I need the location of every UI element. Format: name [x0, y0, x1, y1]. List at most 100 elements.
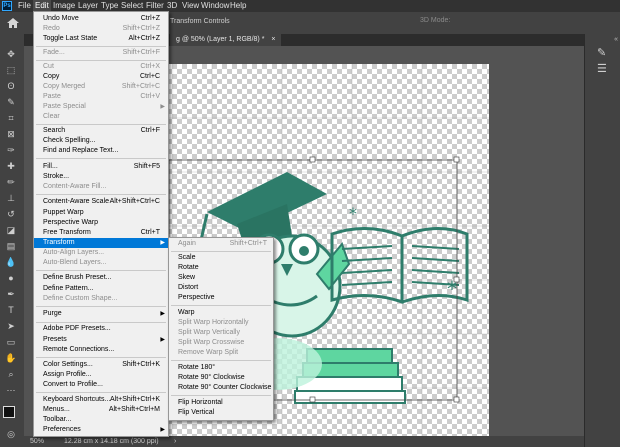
status-bar: 50% 12.28 cm x 14.18 cm (300 ppi) ›: [24, 436, 584, 447]
menu-item-undo-move[interactable]: Undo Move Ctrl+Z: [34, 14, 168, 24]
menu-item-rotate[interactable]: Rotate: [169, 263, 273, 273]
healing-brush-tool-icon[interactable]: ✚: [4, 160, 18, 172]
menu-item-rotate-90-ccw[interactable]: Rotate 90° Counter Clockwise: [169, 383, 273, 393]
menu-separator: [36, 46, 166, 47]
menu-item-fill[interactable]: Fill... Shift+F5: [34, 162, 168, 172]
document-tab-title: g @ 50% (Layer 1, RGB/8) *: [176, 36, 265, 43]
menu-item-rotate-180[interactable]: Rotate 180°: [169, 363, 273, 373]
menu-item-puppet-warp[interactable]: Puppet Warp: [34, 208, 168, 218]
history-brush-tool-icon[interactable]: ↺: [4, 208, 18, 220]
brush-tool-icon[interactable]: ✏: [4, 176, 18, 188]
menu-item-preferences[interactable]: Preferences ▶: [34, 425, 168, 435]
menu-item-stroke[interactable]: Stroke...: [34, 172, 168, 182]
menu-item-again: Again Shift+Ctrl+T: [178, 240, 267, 247]
menu-item-transform[interactable]: Transform ▶: [34, 238, 168, 248]
menu-item-presets[interactable]: Presets ▶: [34, 335, 168, 345]
menu-item-adobe-pdf-presets[interactable]: Adobe PDF Presets...: [34, 324, 168, 334]
foreground-color-swatch[interactable]: [3, 406, 15, 418]
menu-item-scale[interactable]: Scale: [169, 253, 273, 263]
type-tool-icon[interactable]: T: [4, 304, 18, 316]
menu-item-rotate-90-cw[interactable]: Rotate 90° Clockwise: [169, 373, 273, 383]
menu-file[interactable]: File: [18, 0, 31, 12]
right-panel-dock: « ✎ ☰: [584, 34, 620, 447]
menu-separator: [36, 270, 166, 271]
menu-item-search[interactable]: Search Ctrl+F: [34, 126, 168, 136]
menu-separator: [36, 357, 166, 358]
menu-item-redo: Redo Shift+Ctrl+Z: [43, 25, 160, 32]
zoom-tool-icon[interactable]: ⌕: [4, 368, 18, 380]
menu-item-keyboard-shortcuts[interactable]: Keyboard Shortcuts... Alt+Shift+Ctrl+K: [34, 395, 168, 405]
menu-separator: [36, 194, 166, 195]
menu-item-toggle-last-state[interactable]: Toggle Last State Alt+Ctrl+Z: [34, 34, 168, 44]
menu-item-convert-to-profile[interactable]: Convert to Profile...: [34, 380, 168, 390]
more-tools-icon[interactable]: ⋯: [4, 384, 18, 396]
svg-text:*: *: [349, 204, 357, 223]
rectangle-tool-icon[interactable]: ▭: [4, 336, 18, 348]
pen-tool-icon[interactable]: ✒: [4, 288, 18, 300]
close-tab-icon[interactable]: ×: [271, 36, 275, 43]
menu-item-distort[interactable]: Distort: [169, 283, 273, 293]
menu-separator: [36, 306, 166, 307]
menu-separator: [171, 305, 271, 306]
status-menu-arrow-icon[interactable]: ›: [174, 436, 176, 447]
menu-item-menus[interactable]: Menus... Alt+Shift+Ctrl+M: [34, 405, 168, 415]
menu-item-define-pattern[interactable]: Define Pattern...: [34, 284, 168, 294]
menu-window[interactable]: Window: [201, 0, 229, 12]
menu-separator: [36, 392, 166, 393]
eraser-tool-icon[interactable]: ◪: [4, 224, 18, 236]
menu-item-warp[interactable]: Warp: [169, 308, 273, 318]
menu-item-free-transform[interactable]: Free Transform Ctrl+T: [34, 228, 168, 238]
menu-separator: [171, 395, 271, 396]
document-tab[interactable]: g @ 50% (Layer 1, RGB/8) * ×: [170, 34, 282, 46]
eyedropper-tool-icon[interactable]: ✑: [4, 144, 18, 156]
menu-item-copy-merged: Copy Merged Shift+Ctrl+C: [43, 83, 160, 90]
menu-item-perspective-warp[interactable]: Perspective Warp: [34, 218, 168, 228]
blur-tool-icon[interactable]: 💧: [4, 256, 18, 268]
menu-item-copy[interactable]: Copy Ctrl+C: [34, 72, 168, 82]
zoom-level[interactable]: 50%: [30, 436, 44, 447]
submenu-arrow-icon: ▶: [160, 337, 165, 343]
menu-item-perspective[interactable]: Perspective: [169, 293, 273, 303]
path-select-tool-icon[interactable]: ➤: [4, 320, 18, 332]
adjustments-icon[interactable]: ☰: [597, 62, 607, 75]
menu-item-check-spelling[interactable]: Check Spelling...: [34, 136, 168, 146]
marquee-tool-icon[interactable]: ⬚: [4, 64, 18, 76]
collapse-panels-icon[interactable]: «: [614, 36, 618, 43]
menu-item-find-replace[interactable]: Find and Replace Text...: [34, 146, 168, 156]
menu-item-toolbar[interactable]: Toolbar...: [34, 415, 168, 425]
menu-item-purge[interactable]: Purge ▶: [34, 309, 168, 319]
frame-tool-icon[interactable]: ⊠: [4, 128, 18, 140]
home-icon[interactable]: [4, 15, 22, 31]
crop-tool-icon[interactable]: ⌗: [4, 112, 18, 124]
document-size: 12.28 cm x 14.18 cm (300 ppi): [64, 438, 159, 445]
lasso-tool-icon[interactable]: ʘ: [4, 80, 18, 92]
menu-help[interactable]: Help: [230, 0, 246, 12]
menu-separator: [36, 60, 166, 61]
menu-item-remove-warp-split: Remove Warp Split: [178, 349, 239, 356]
menu-item-auto-blend-layers: Auto-Blend Layers...: [43, 259, 107, 266]
menu-view[interactable]: View: [182, 0, 199, 12]
menu-separator: [36, 124, 166, 125]
menu-item-split-warp-vertically: Split Warp Vertically: [178, 329, 240, 336]
brush-settings-icon[interactable]: ✎: [597, 46, 606, 59]
quick-select-tool-icon[interactable]: ✎: [4, 96, 18, 108]
quick-mask-icon[interactable]: ◎: [4, 428, 18, 440]
menu-item-skew[interactable]: Skew: [169, 273, 273, 283]
menu-item-define-brush-preset[interactable]: Define Brush Preset...: [34, 273, 168, 283]
move-tool-icon[interactable]: ✥: [4, 48, 18, 60]
menu-separator: [36, 158, 166, 159]
menu-item-split-warp-crosswise: Split Warp Crosswise: [178, 339, 245, 346]
submenu-arrow-icon: ▶: [160, 104, 165, 110]
menu-item-assign-profile[interactable]: Assign Profile...: [34, 370, 168, 380]
menu-item-remote-connections[interactable]: Remote Connections...: [34, 345, 168, 355]
menu-separator: [171, 360, 271, 361]
dodge-tool-icon[interactable]: ●: [4, 272, 18, 284]
clone-stamp-tool-icon[interactable]: ⊥: [4, 192, 18, 204]
hand-tool-icon[interactable]: ✋: [4, 352, 18, 364]
menu-item-color-settings[interactable]: Color Settings... Shift+Ctrl+K: [34, 360, 168, 370]
menu-item-flip-vertical[interactable]: Flip Vertical: [169, 408, 273, 418]
menu-item-content-aware-scale[interactable]: Content-Aware Scale Alt+Shift+Ctrl+C: [34, 197, 168, 207]
menu-item-flip-horizontal[interactable]: Flip Horizontal: [169, 398, 273, 408]
gradient-tool-icon[interactable]: ▤: [4, 240, 18, 252]
menu-item-content-aware-fill: Content-Aware Fill...: [43, 183, 107, 190]
